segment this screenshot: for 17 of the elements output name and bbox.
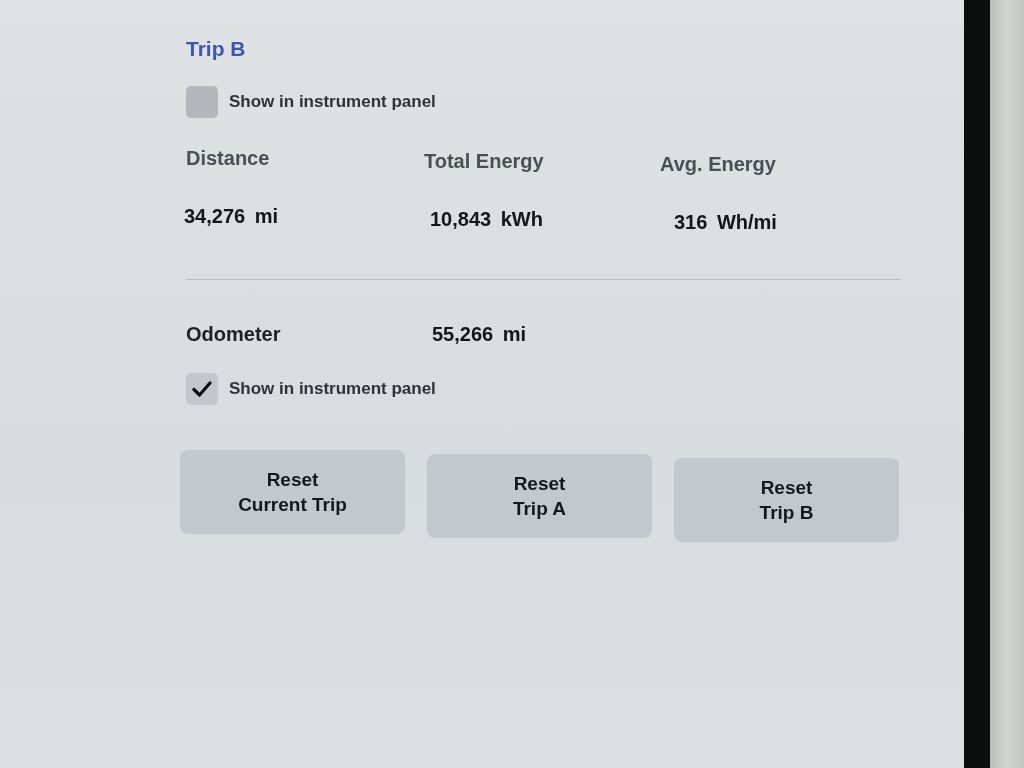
stat-value: 34,276 mi (184, 204, 279, 229)
checkmark-icon (192, 381, 212, 397)
stat-label: Distance (186, 146, 270, 171)
reset-button[interactable]: Reset Trip B (674, 458, 899, 542)
stat-label: Total Energy (424, 149, 544, 174)
reset-button[interactable]: Reset Current Trip (180, 450, 405, 534)
reset-button[interactable]: Reset Trip A (427, 454, 652, 538)
stat-value: 316 Wh/mi (674, 210, 777, 235)
checkbox-label: Show in instrument panel (229, 379, 436, 399)
odometer-label: Odometer (186, 322, 281, 347)
checkbox[interactable] (186, 86, 218, 118)
stat-label: Avg. Energy (660, 152, 776, 177)
section-title: Trip B (186, 36, 246, 62)
checkbox[interactable] (186, 373, 218, 405)
stat-value: 10,843 kWh (430, 207, 543, 232)
odometer-value: 55,266 mi (432, 322, 527, 347)
checkbox-label: Show in instrument panel (229, 92, 436, 112)
